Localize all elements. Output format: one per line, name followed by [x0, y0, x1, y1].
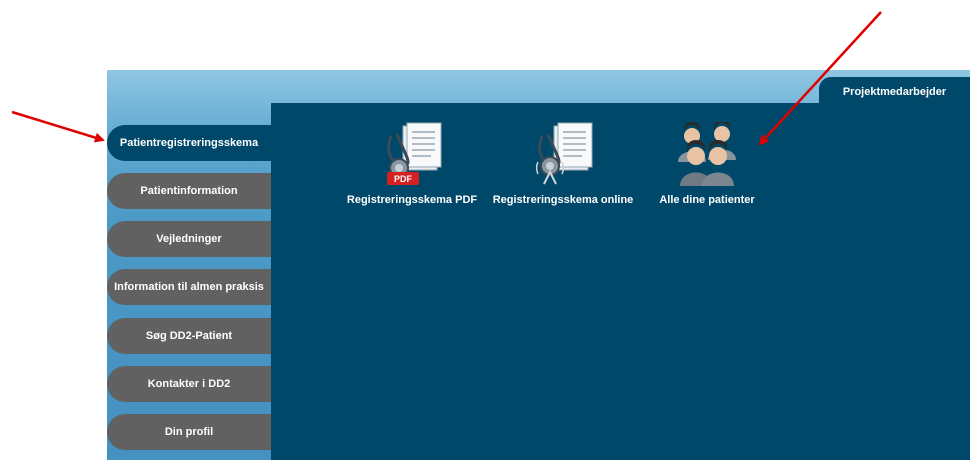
arrow-to-sidebar	[11, 110, 105, 143]
arrow-to-patients	[758, 11, 882, 146]
annotation-arrows	[11, 11, 882, 146]
